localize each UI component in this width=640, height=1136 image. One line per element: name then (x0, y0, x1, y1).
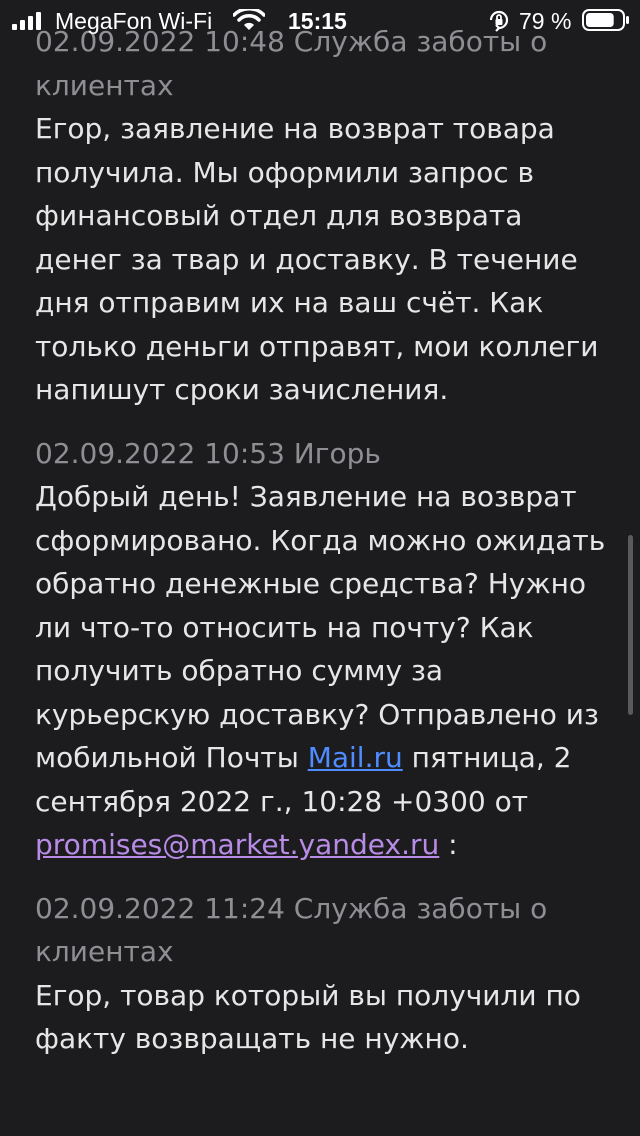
message-item: 02.09.2022 11:24 Служба заботы о клиента… (35, 887, 615, 1061)
cellular-signal-icon (12, 12, 41, 30)
message-feed[interactable]: 02.09.2022 10:48 Служба заботы о клиента… (35, 20, 615, 1081)
battery-icon (582, 9, 629, 31)
wifi-icon (233, 9, 265, 30)
message-body: Егор, заявление на возврат товара получи… (35, 112, 599, 406)
scrollbar[interactable] (628, 535, 633, 715)
message-meta: 02.09.2022 11:24 Служба заботы о клиента… (35, 891, 548, 969)
email-link[interactable]: promises@market.yandex.ru (35, 828, 439, 861)
message-text: : (439, 828, 458, 861)
rotation-lock-icon (489, 10, 509, 32)
message-body: Егор, товар который вы получили по факту… (35, 978, 581, 1056)
status-bar: MegaFon Wi-Fi 15:15 79 % (0, 0, 640, 40)
message-text: Добрый день! Заявление на возврат сформи… (35, 480, 606, 774)
message-meta: 02.09.2022 10:53 Игорь (35, 436, 381, 470)
message-item: 02.09.2022 10:48 Служба заботы о клиента… (35, 20, 615, 412)
clock-time: 15:15 (288, 8, 347, 34)
battery-percent: 79 % (519, 8, 572, 34)
mail-ru-link[interactable]: Mail.ru (308, 741, 403, 774)
message-body: Добрый день! Заявление на возврат сформи… (35, 475, 615, 867)
carrier-name: MegaFon Wi-Fi (55, 8, 213, 34)
message-item: 02.09.2022 10:53 Игорь Добрый день! Заяв… (35, 432, 615, 867)
